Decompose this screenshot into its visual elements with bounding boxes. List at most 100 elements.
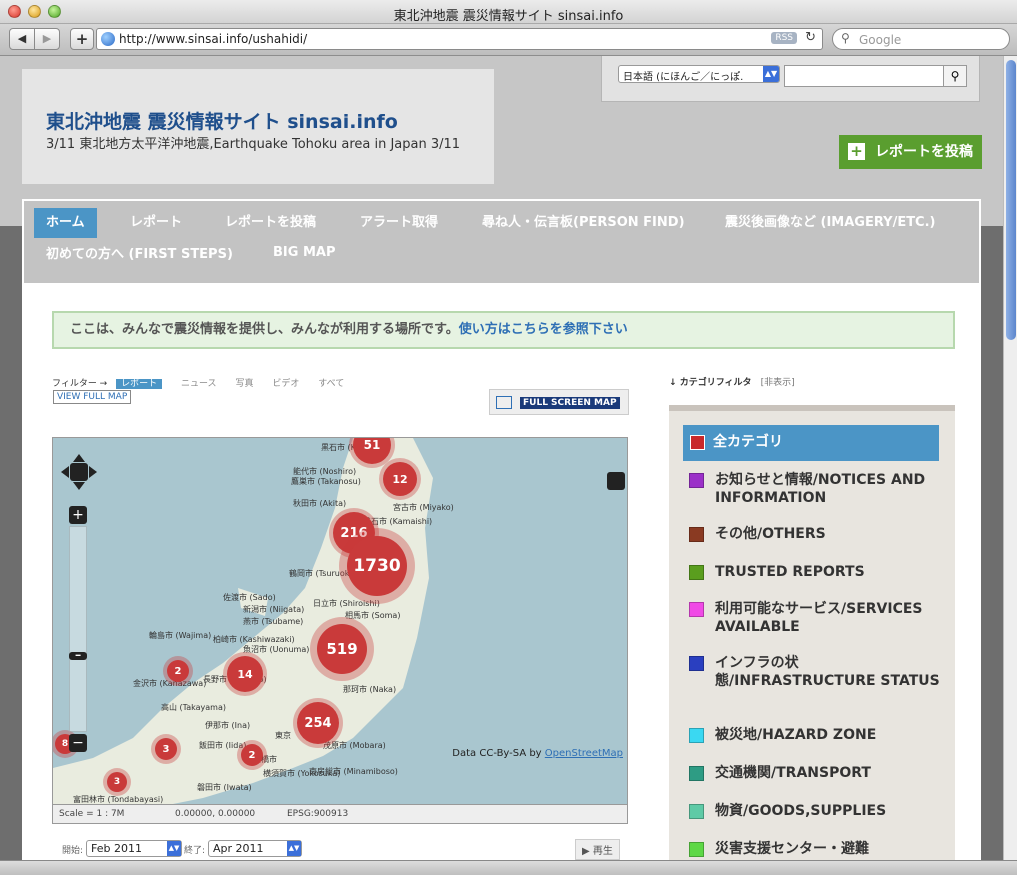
filter-news[interactable]: ニュース bbox=[181, 379, 217, 389]
add-bookmark-button[interactable]: + bbox=[70, 28, 94, 50]
category-hazard-zone[interactable]: 被災地/HAZARD ZONE bbox=[685, 726, 941, 744]
language-select[interactable]: 日本語 (にほんご／にっぽ. ▲▼ bbox=[618, 65, 780, 83]
category-notices[interactable]: お知らせと情報/NOTICES AND INFORMATION bbox=[685, 471, 941, 507]
category-color-swatch bbox=[689, 766, 704, 781]
place-label: 磐田市 (Iwata) bbox=[197, 783, 252, 792]
map-cluster-marker[interactable]: 3 bbox=[107, 772, 127, 792]
category-services[interactable]: 利用可能なサービス/SERVICES AVAILABLE bbox=[685, 600, 941, 636]
page-scrollbar[interactable] bbox=[1003, 56, 1017, 860]
category-color-swatch bbox=[689, 602, 704, 617]
filter-all[interactable]: すべて bbox=[318, 379, 344, 389]
globe-icon bbox=[101, 32, 115, 46]
category-trusted-reports[interactable]: TRUSTED REPORTS bbox=[685, 563, 941, 581]
category-support-centers[interactable]: 災害支援センター・避難 bbox=[685, 840, 941, 858]
openstreetmap-link[interactable]: OpenStreetMap bbox=[545, 748, 623, 759]
post-report-button[interactable]: + レポートを投稿 bbox=[839, 135, 982, 169]
place-label: 茂原市 (Mobara) bbox=[323, 741, 386, 750]
place-label: 南房総市 (Minamiboso) bbox=[309, 767, 398, 776]
category-label: 災害支援センター・避難 bbox=[715, 841, 869, 857]
zoom-in-button[interactable]: + bbox=[69, 506, 87, 524]
filter-videos[interactable]: ビデオ bbox=[272, 379, 299, 389]
category-all[interactable]: 全カテゴリ bbox=[683, 425, 939, 461]
map-cluster-marker[interactable]: 3 bbox=[155, 738, 177, 760]
map-cluster-marker[interactable]: 12 bbox=[383, 462, 417, 496]
category-filter-header: ↓ カテゴリフィルタ [非表示] bbox=[669, 375, 795, 388]
map-cluster-marker[interactable]: 1730 bbox=[347, 536, 407, 596]
place-label: 飯田市 (Iida) bbox=[199, 741, 247, 750]
end-date-select[interactable]: Apr 2011 ▲▼ bbox=[208, 840, 302, 857]
reload-icon[interactable]: ↻ bbox=[805, 30, 816, 45]
nav-post-report[interactable]: レポートを投稿 bbox=[213, 208, 328, 238]
back-button[interactable]: ◀ bbox=[9, 28, 35, 50]
category-filter-title: カテゴリフィルタ bbox=[679, 378, 752, 388]
rss-button[interactable]: RSS bbox=[771, 32, 797, 44]
web-page: 東北沖地震 震災情報サイト sinsai.info 3/11 東北地方太平洋沖地… bbox=[0, 56, 1003, 860]
filter-reports[interactable]: レポート bbox=[116, 379, 163, 389]
category-label: 被災地/HAZARD ZONE bbox=[715, 727, 877, 743]
site-subtitle: 3/11 東北地方太平洋沖地震,Earthquake Tohoku area i… bbox=[46, 137, 461, 152]
category-label: TRUSTED REPORTS bbox=[715, 564, 865, 580]
play-icon: ▶ bbox=[582, 846, 590, 857]
nav-get-alerts[interactable]: アラート取得 bbox=[348, 208, 450, 238]
welcome-banner: ここは、みんなで震災情報を提供し、みんなが利用する場所です。使い方はこちらを参照… bbox=[52, 311, 955, 349]
window-title: 東北沖地震 震災情報サイト sinsai.info bbox=[393, 9, 624, 24]
category-color-swatch bbox=[689, 527, 704, 542]
map-coordinates: 0.00000, 0.00000 bbox=[175, 809, 256, 819]
place-label: 高山 (Takayama) bbox=[161, 703, 226, 712]
category-others[interactable]: その他/OTHERS bbox=[685, 525, 941, 543]
map-info-bar: Scale = 1 : 7M 0.00000, 0.00000 EPSG:900… bbox=[52, 804, 628, 824]
category-infrastructure[interactable]: インフラの状態/INFRASTRUCTURE STATUS bbox=[685, 654, 941, 690]
filter-photos[interactable]: 写真 bbox=[235, 379, 253, 389]
start-date-select[interactable]: Feb 2011 ▲▼ bbox=[86, 840, 182, 857]
layer-switcher-icon[interactable] bbox=[607, 472, 625, 490]
nav-first-steps[interactable]: 初めての方へ (FIRST STEPS) bbox=[34, 240, 245, 270]
scrollbar-thumb[interactable] bbox=[1006, 60, 1016, 340]
place-label: 那珂市 (Naka) bbox=[343, 685, 397, 694]
map-view[interactable]: 黒石市 (Kuroishi) 能代市 (Noshiro) 鷹巣市 (Takano… bbox=[52, 437, 628, 805]
map-cluster-marker[interactable]: 2 bbox=[167, 660, 189, 682]
full-screen-map-button[interactable]: FULL SCREEN MAP bbox=[489, 389, 629, 415]
map-cluster-marker[interactable]: 254 bbox=[297, 702, 339, 744]
zoom-slider[interactable] bbox=[69, 526, 87, 732]
attribution-text: Data CC-By-SA by bbox=[452, 748, 542, 759]
nav-home[interactable]: ホーム bbox=[34, 208, 97, 238]
usage-guide-link[interactable]: 使い方はこちらを参照下さい bbox=[459, 322, 628, 337]
place-label: 伊那市 (Ina) bbox=[205, 721, 251, 730]
nav-reports[interactable]: レポート bbox=[118, 208, 194, 238]
arrow-down-icon: ↓ bbox=[669, 378, 677, 388]
zoom-out-button[interactable]: − bbox=[69, 734, 87, 752]
site-title[interactable]: 東北沖地震 震災情報サイト sinsai.info bbox=[46, 107, 398, 134]
map-cluster-marker[interactable]: 14 bbox=[227, 656, 263, 692]
site-search-button[interactable]: ⚲ bbox=[943, 65, 967, 87]
play-button[interactable]: ▶ 再生 bbox=[575, 839, 620, 860]
category-label: お知らせと情報/NOTICES AND INFORMATION bbox=[715, 472, 926, 506]
category-transport[interactable]: 交通機関/TRANSPORT bbox=[685, 764, 941, 782]
search-icon: ⚲ bbox=[950, 69, 960, 83]
category-color-swatch bbox=[690, 435, 705, 450]
category-label: 交通機関/TRANSPORT bbox=[715, 765, 871, 781]
pan-control-icon[interactable] bbox=[61, 454, 97, 490]
map-cluster-marker[interactable]: 519 bbox=[317, 624, 367, 674]
nav-imagery[interactable]: 震災後画像など (IMAGERY/ETC.) bbox=[713, 208, 947, 238]
place-label: 日立市 (Shiroishi) bbox=[313, 599, 380, 608]
category-color-swatch bbox=[689, 804, 704, 819]
window-titlebar: 東北沖地震 震災情報サイト sinsai.info bbox=[0, 0, 1017, 24]
nav-big-map[interactable]: BIG MAP bbox=[261, 238, 347, 268]
site-search-input[interactable] bbox=[784, 65, 944, 87]
nav-person-find[interactable]: 尋ね人・伝言板(PERSON FIND) bbox=[470, 208, 697, 238]
category-list: 全カテゴリ お知らせと情報/NOTICES AND INFORMATION その… bbox=[669, 405, 955, 860]
browser-search-field[interactable]: ⚲ Google bbox=[832, 28, 1010, 50]
place-label: 東京 bbox=[275, 731, 291, 740]
zoom-slider-handle[interactable]: ━ bbox=[69, 652, 87, 660]
place-label: 宮古市 (Miyako) bbox=[393, 503, 454, 512]
view-full-map-link[interactable]: VIEW FULL MAP bbox=[53, 390, 132, 404]
forward-button[interactable]: ▶ bbox=[34, 28, 60, 50]
language-value: 日本語 (にほんご／にっぽ. bbox=[623, 72, 744, 83]
category-goods[interactable]: 物資/GOODS,SUPPLIES bbox=[685, 802, 941, 820]
address-bar[interactable]: http://www.sinsai.info/ushahidi/ RSS ↻ bbox=[96, 28, 823, 50]
category-color-swatch bbox=[689, 565, 704, 580]
place-label: 魚沼市 (Uonuma) bbox=[243, 645, 310, 654]
hide-categories-link[interactable]: [非表示] bbox=[761, 378, 795, 388]
filter-label: フィルター → bbox=[52, 379, 108, 389]
map-cluster-marker[interactable]: 2 bbox=[241, 744, 263, 766]
